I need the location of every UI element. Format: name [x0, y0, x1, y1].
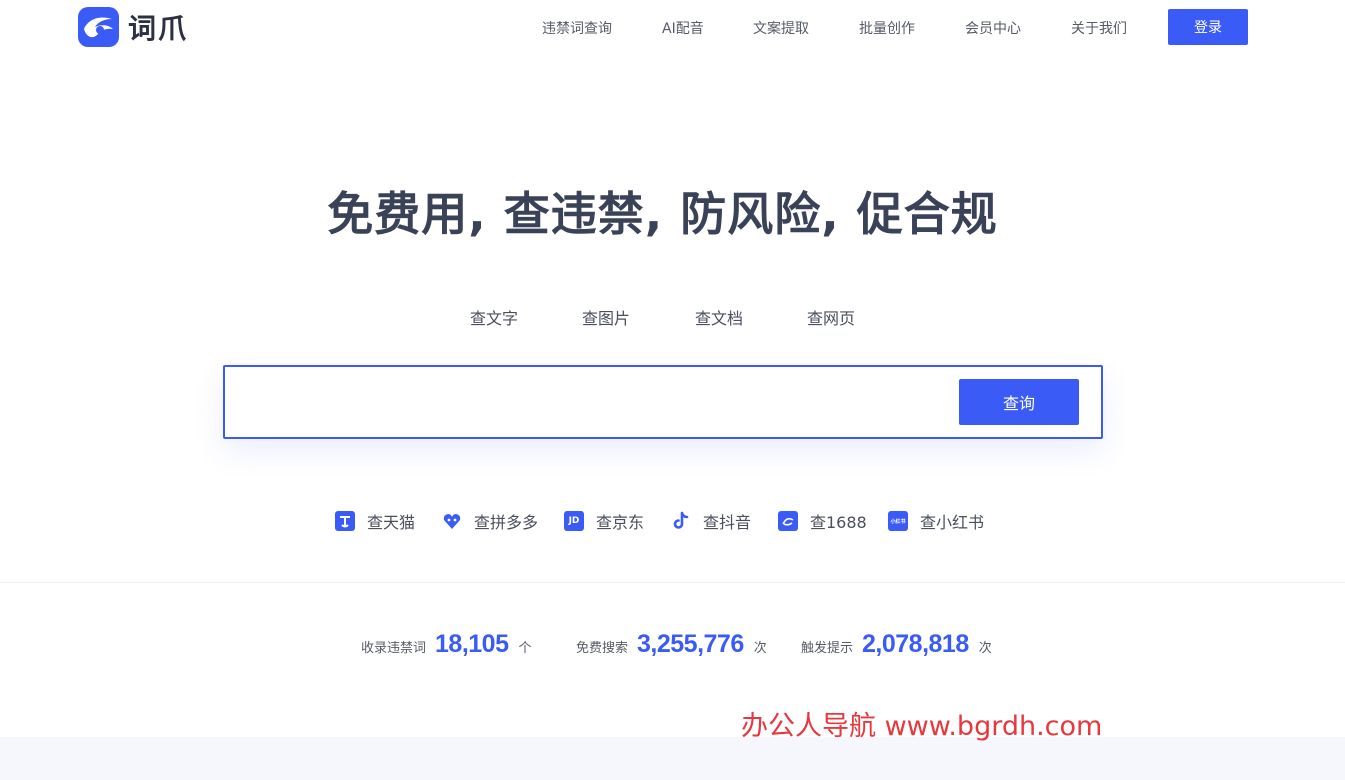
logo[interactable]: 词爪: [78, 7, 188, 47]
search-button[interactable]: 查询: [959, 379, 1079, 425]
tmall-icon: [335, 511, 355, 531]
pinduoduo-icon: [442, 511, 462, 531]
platform-xiaohongshu[interactable]: 小红书 查小红书: [888, 509, 984, 533]
tab-webpage[interactable]: 查网页: [807, 305, 855, 329]
stat-label: 免费搜索: [576, 641, 629, 656]
platform-label: 查京东: [596, 513, 645, 532]
stat-label: 收录违禁词: [361, 641, 427, 656]
stat-value: 2,078,818: [862, 630, 969, 658]
1688-icon: [778, 511, 798, 531]
nav-item-member-center[interactable]: 会员中心: [965, 18, 1021, 38]
stat-triggered-alerts: 触发提示 2,078,818 次: [801, 630, 992, 659]
search-box: 查询: [223, 365, 1103, 439]
hero-title: 免费用, 查违禁, 防风险, 促合规: [327, 187, 998, 241]
platform-1688[interactable]: 查1688: [778, 509, 867, 533]
platform-label: 查抖音: [703, 513, 752, 532]
platform-douyin[interactable]: 查抖音: [671, 509, 751, 533]
nav-item-banned-word-query[interactable]: 违禁词查询: [542, 18, 612, 38]
header: 词爪 违禁词查询 AI配音 文案提取 批量创作 会员中心 关于我们 登录: [0, 0, 1345, 54]
nav-item-ai-voice[interactable]: AI配音: [662, 18, 704, 38]
stat-unit: 次: [978, 641, 992, 656]
search-type-tabs: 查文字 查图片 查文档 查网页: [0, 305, 1345, 329]
brand-name: 词爪: [128, 12, 189, 45]
platform-jd[interactable]: JD 查京东: [564, 509, 644, 533]
platform-pinduoduo[interactable]: 查拼多多: [442, 509, 538, 533]
search-input[interactable]: [237, 379, 947, 425]
nav-item-about-us[interactable]: 关于我们: [1071, 18, 1127, 38]
stat-label: 触发提示: [801, 641, 854, 656]
footer-band: [0, 737, 1345, 780]
platform-shortcuts: 查天猫 查拼多多 JD 查京东 查抖音 查1688 小红书 查小红书: [0, 509, 1345, 533]
stat-unit: 个: [518, 641, 532, 656]
stat-unit: 次: [753, 641, 767, 656]
platform-label: 查1688: [810, 513, 867, 532]
stats-bar: 收录违禁词 18,105 个 免费搜索 3,255,776 次 触发提示 2,0…: [0, 630, 1345, 666]
xiaohongshu-icon: 小红书: [888, 511, 908, 531]
platform-label: 查小红书: [920, 513, 985, 532]
nav-item-batch-create[interactable]: 批量创作: [859, 18, 915, 38]
login-button[interactable]: 登录: [1168, 9, 1248, 45]
tab-text[interactable]: 查文字: [470, 305, 518, 329]
stat-value: 18,105: [435, 630, 509, 658]
stat-banned-words: 收录违禁词 18,105 个: [361, 630, 532, 659]
watermark-text: 办公人导航 www.bgrdh.com: [741, 711, 1103, 742]
logo-claw-icon: [78, 7, 119, 47]
tab-document[interactable]: 查文档: [695, 305, 743, 329]
stat-free-searches: 免费搜索 3,255,776 次: [576, 630, 767, 659]
tab-image[interactable]: 查图片: [582, 305, 630, 329]
douyin-icon: [671, 511, 691, 531]
platform-tmall[interactable]: 查天猫: [335, 509, 415, 533]
nav-item-copy-extract[interactable]: 文案提取: [753, 18, 809, 38]
platform-label: 查天猫: [367, 513, 416, 532]
jd-icon: JD: [564, 511, 584, 531]
stat-value: 3,255,776: [637, 630, 744, 658]
platform-label: 查拼多多: [474, 513, 539, 532]
section-divider: [0, 582, 1345, 583]
